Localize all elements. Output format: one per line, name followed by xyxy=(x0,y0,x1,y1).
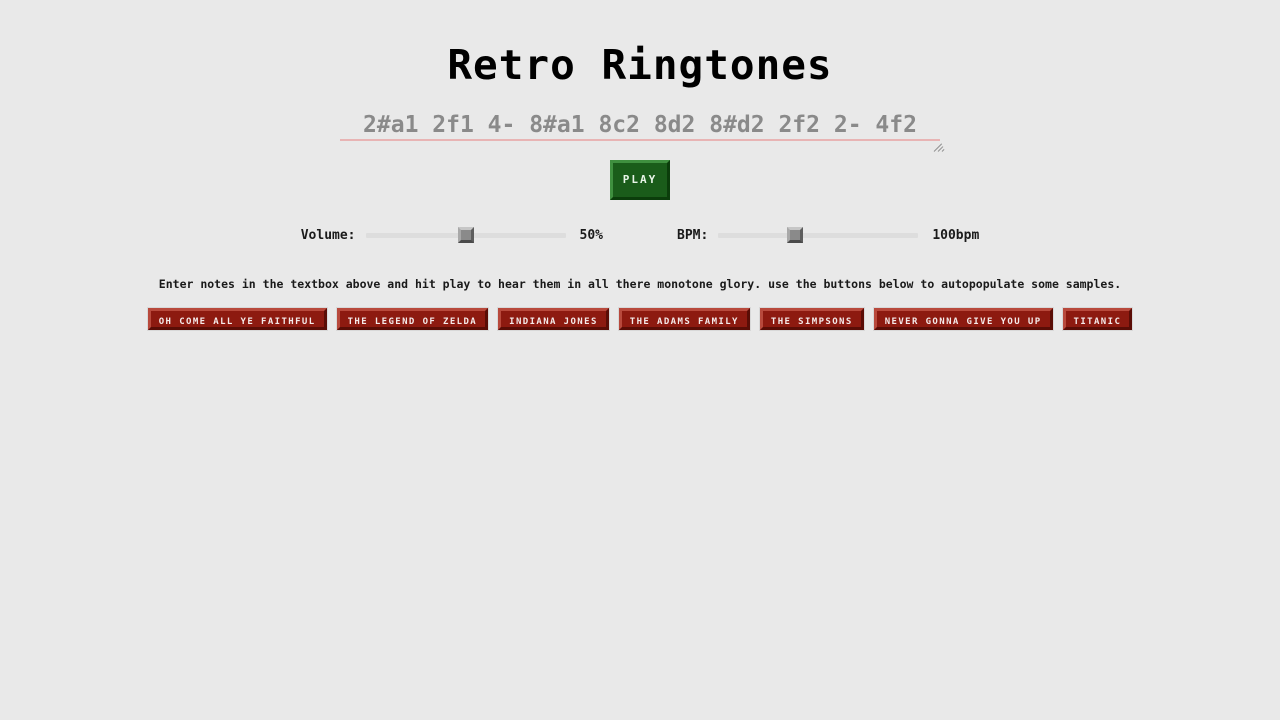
play-button[interactable]: PLAY xyxy=(610,160,670,200)
bpm-value: 100bpm xyxy=(932,227,980,243)
instructions-text: Enter notes in the textbox above and hit… xyxy=(158,277,1122,291)
bpm-slider[interactable] xyxy=(718,225,919,245)
resize-line-3 xyxy=(941,149,945,152)
volume-control-group: Volume: 50% xyxy=(301,225,603,245)
note-sequence-input[interactable] xyxy=(340,111,940,141)
bpm-slider-thumb[interactable] xyxy=(787,227,804,243)
sample-button[interactable]: THE LEGEND OF ZELDA xyxy=(335,307,490,331)
volume-slider-thumb[interactable] xyxy=(457,227,474,243)
play-button-row: PLAY xyxy=(0,160,1280,200)
bpm-control-group: BPM: 100bpm xyxy=(677,225,979,245)
volume-slider[interactable] xyxy=(365,225,566,245)
sample-button[interactable]: THE SIMPSONS xyxy=(758,307,865,331)
bpm-label: BPM: xyxy=(677,227,709,243)
sample-button[interactable]: THE ADAMS FAMILY xyxy=(617,307,751,331)
controls-row: Volume: 50% BPM: 100bpm xyxy=(0,225,1280,245)
sample-button[interactable]: NEVER GONNA GIVE YOU UP xyxy=(872,307,1054,331)
sample-buttons-row: OH COME ALL YE FAITHFUL THE LEGEND OF ZEL… xyxy=(0,307,1280,331)
volume-value: 50% xyxy=(579,227,603,243)
sample-button[interactable]: INDIANA JONES xyxy=(497,307,610,331)
page-title: Retro Ringtones xyxy=(447,41,833,89)
retro-ringtones-app: Retro Ringtones PLAY Volume: 50% BPM: 10… xyxy=(0,0,1280,720)
volume-label: Volume: xyxy=(300,227,356,243)
note-input-row xyxy=(0,111,1280,141)
sample-button[interactable]: OH COME ALL YE FAITHFUL xyxy=(146,307,328,331)
textarea-resize-handle[interactable] xyxy=(933,141,946,153)
sample-button[interactable]: TITANIC xyxy=(1061,307,1134,331)
bpm-slider-track[interactable] xyxy=(718,233,919,238)
